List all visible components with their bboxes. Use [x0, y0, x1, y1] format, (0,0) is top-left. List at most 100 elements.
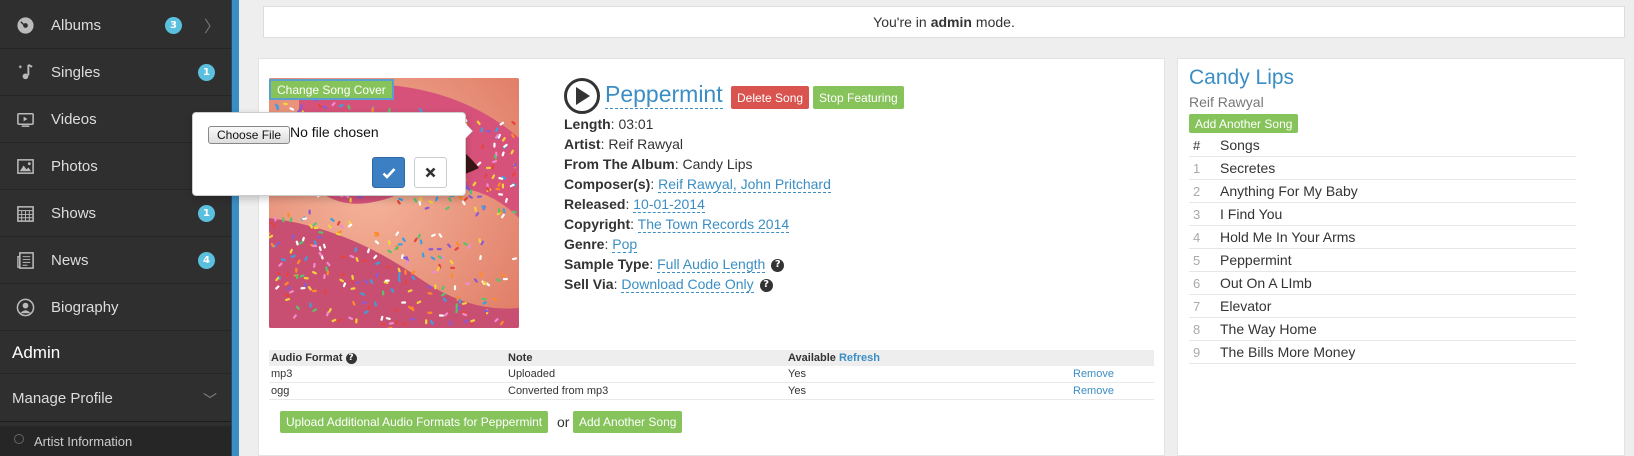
upload-audio-formats-button[interactable]: Upload Additional Audio Formats for Pepp…	[280, 411, 549, 433]
confirm-button[interactable]	[372, 157, 405, 188]
change-song-cover-button[interactable]: Change Song Cover	[269, 79, 394, 100]
sidebar: Albums 3 〉 Singles 1 Videos Photos Shows…	[0, 0, 231, 456]
music-note-icon	[15, 62, 35, 82]
meta-value: Candy Lips	[682, 156, 753, 172]
list-item[interactable]: 8 The Way Home	[1189, 318, 1576, 341]
meta-value: 03:01	[618, 116, 654, 132]
sidebar-item-label: Shows	[51, 204, 97, 222]
count-badge: 4	[198, 251, 215, 269]
meta-album: From The Album: Candy Lips	[564, 156, 753, 172]
help-icon[interactable]: ?	[771, 258, 785, 272]
track-name: I Find You	[1220, 206, 1283, 222]
list-item[interactable]: 3 I Find You	[1189, 203, 1576, 226]
choose-file-button[interactable]: Choose File	[208, 126, 291, 144]
calendar-icon	[15, 203, 35, 223]
meta-artist: Artist: Reif Rawyal	[564, 136, 684, 152]
meta-copyright: Copyright: The Town Records 2014	[564, 216, 790, 233]
meta-key: Length	[564, 116, 611, 132]
add-another-song-button[interactable]: Add Another Song	[1189, 114, 1299, 133]
file-status-text: No file chosen	[290, 124, 379, 140]
or-text: or	[557, 414, 570, 430]
sidebar-item-manage-profile[interactable]: Manage Profile ﹀	[0, 376, 231, 422]
delete-song-button[interactable]: Delete Song	[731, 86, 810, 109]
column-header-available: Available Refresh	[788, 352, 880, 364]
copyright-editable[interactable]: The Town Records 2014	[637, 216, 790, 233]
remove-link[interactable]: Remove	[1073, 368, 1114, 380]
list-item[interactable]: 4 Hold Me In Your Arms	[1189, 226, 1576, 249]
song-title[interactable]: Peppermint	[605, 80, 723, 109]
sidebar-item-news[interactable]: News 4	[0, 237, 231, 284]
sidebar-item-albums[interactable]: Albums 3 〉	[0, 2, 231, 49]
stop-featuring-button[interactable]: Stop Featuring	[813, 86, 904, 109]
circle-icon	[14, 434, 24, 444]
track-name: Elevator	[1220, 298, 1272, 314]
meta-composers: Composer(s): Reif Rawyal, John Pritchard	[564, 176, 831, 193]
song-list-header: # Songs	[1189, 134, 1576, 157]
track-number: 7	[1193, 298, 1201, 314]
sidebar-item-singles[interactable]: Singles 1	[0, 49, 231, 96]
available-cell: Yes	[788, 385, 806, 397]
sidebar-item-artist-information[interactable]: Artist Information	[0, 426, 231, 456]
close-icon	[425, 167, 436, 178]
sidebar-item-shows[interactable]: Shows 1	[0, 190, 231, 237]
meta-key: Sell Via	[564, 276, 614, 292]
cancel-button[interactable]	[414, 157, 447, 188]
format-cell: ogg	[271, 385, 290, 397]
admin-mode-banner: You're in admin mode.	[263, 6, 1625, 38]
list-item[interactable]: 1 Secretes	[1189, 157, 1576, 180]
chevron-right-icon[interactable]: 〉	[204, 13, 220, 37]
remove-link[interactable]: Remove	[1073, 385, 1114, 397]
refresh-link[interactable]: Refresh	[839, 352, 880, 364]
list-item[interactable]: 9 The Bills More Money	[1189, 341, 1576, 364]
photo-icon	[15, 156, 35, 176]
meta-released: Released: 10-01-2014	[564, 196, 705, 213]
column-header-note: Note	[508, 352, 533, 364]
popover-arrow-inner	[465, 123, 472, 139]
composers-editable[interactable]: Reif Rawyal, John Pritchard	[658, 176, 831, 193]
meta-key: Artist	[564, 136, 601, 152]
sidebar-item-label: Singles	[51, 63, 101, 81]
person-icon	[15, 297, 35, 317]
track-name: The Way Home	[1220, 321, 1317, 337]
format-cell: mp3	[271, 368, 293, 380]
sidebar-item-label: Artist Information	[34, 433, 133, 449]
help-icon[interactable]: ?	[345, 352, 357, 364]
released-editable[interactable]: 10-01-2014	[633, 196, 705, 213]
list-item[interactable]: 6 Out On A LImb	[1189, 272, 1576, 295]
genre-editable[interactable]: Pop	[612, 236, 638, 253]
meta-genre: Genre: Pop	[564, 236, 638, 253]
meta-length: Length: 03:01	[564, 116, 654, 132]
sidebar-item-biography[interactable]: Biography	[0, 284, 231, 331]
count-badge: 1	[198, 204, 215, 222]
track-number: 4	[1193, 229, 1201, 245]
count-badge: 3	[165, 16, 182, 34]
newspaper-icon	[15, 250, 35, 270]
table-row: mp3 Uploaded Yes Remove	[269, 366, 1154, 383]
sidebar-divider	[231, 0, 239, 456]
list-item[interactable]: 5 Peppermint	[1189, 249, 1576, 272]
track-number: 8	[1193, 321, 1201, 337]
track-name: Peppermint	[1220, 252, 1292, 268]
sidebar-item-label: News	[51, 251, 89, 269]
add-another-song-button[interactable]: Add Another Song	[573, 411, 683, 433]
track-name: Secretes	[1220, 160, 1276, 176]
help-icon[interactable]: ?	[759, 278, 773, 292]
track-number: 1	[1193, 160, 1201, 176]
track-number: 2	[1193, 183, 1201, 199]
sample-type-editable[interactable]: Full Audio Length	[657, 256, 766, 273]
list-item[interactable]: 7 Elevator	[1189, 295, 1576, 318]
chevron-down-icon: ﹀	[203, 392, 217, 408]
sidebar-section-admin: Admin	[0, 332, 231, 374]
meta-key: From The Album	[564, 156, 675, 172]
album-artist: Reif Rawyal	[1189, 94, 1264, 110]
list-item[interactable]: 2 Anything For My Baby	[1189, 180, 1576, 203]
disc-icon	[15, 15, 35, 35]
sell-via-editable[interactable]: Download Code Only	[621, 276, 754, 293]
album-title[interactable]: Candy Lips	[1189, 66, 1294, 90]
meta-value: Reif Rawyal	[608, 136, 684, 152]
video-icon	[15, 109, 35, 129]
column-header-audio-format: Audio Format?	[271, 352, 357, 364]
play-icon[interactable]	[564, 78, 600, 114]
meta-key: Composer(s)	[564, 176, 651, 192]
sidebar-item-label: Videos	[51, 110, 97, 128]
